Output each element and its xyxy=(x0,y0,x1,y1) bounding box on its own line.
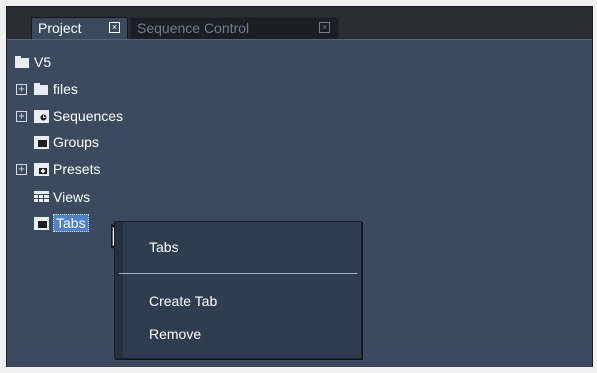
context-menu-separator xyxy=(119,273,357,274)
tree-item-label: Groups xyxy=(53,134,99,150)
tree-item-label: V5 xyxy=(34,54,52,70)
tab-sequence-control[interactable]: Sequence Control × xyxy=(130,17,339,39)
sequences-folder-icon xyxy=(34,109,49,123)
tree-item-presets[interactable]: + Presets xyxy=(16,158,100,180)
groups-folder-icon xyxy=(34,135,49,149)
context-menu: Tabs Create Tab Remove xyxy=(114,221,362,359)
tabs-folder-icon xyxy=(34,216,49,230)
tree-item-sequences[interactable]: + Sequences xyxy=(16,105,123,127)
project-window: Project × Sequence Control × V5 + files … xyxy=(6,6,593,367)
tab-project-label: Project xyxy=(38,20,82,36)
tree-item-views[interactable]: Views xyxy=(34,186,90,208)
folder-icon xyxy=(34,83,48,95)
expand-plus-icon[interactable]: + xyxy=(16,163,27,175)
folder-icon xyxy=(15,56,29,68)
views-grid-icon xyxy=(34,190,49,204)
menu-item-create-tab[interactable]: Create Tab xyxy=(149,293,217,309)
close-box-icon[interactable]: × xyxy=(319,22,330,33)
expand-plus-icon[interactable]: + xyxy=(16,83,27,95)
close-box-icon[interactable]: × xyxy=(109,22,120,33)
tab-project[interactable]: Project × xyxy=(31,17,128,39)
tab-sequence-control-label: Sequence Control xyxy=(137,20,250,36)
tree-item-label: Tabs xyxy=(53,214,89,232)
tree-item-label: Presets xyxy=(53,161,101,177)
context-menu-gutter xyxy=(115,222,123,358)
tree-root-v5[interactable]: V5 xyxy=(15,51,51,73)
presets-folder-icon xyxy=(34,162,49,176)
tab-bar: Project × Sequence Control × xyxy=(7,7,592,41)
tree-item-tabs[interactable]: Tabs xyxy=(34,212,89,234)
tree-item-label: files xyxy=(53,81,78,97)
tree-item-groups[interactable]: Groups xyxy=(34,131,99,153)
context-menu-header: Tabs xyxy=(149,239,179,255)
tree-item-files[interactable]: + files xyxy=(16,78,78,100)
menu-item-remove[interactable]: Remove xyxy=(149,326,201,342)
tree-item-label: Sequences xyxy=(53,108,124,124)
tree-item-label: Views xyxy=(53,189,91,205)
expand-plus-icon[interactable]: + xyxy=(16,110,27,122)
